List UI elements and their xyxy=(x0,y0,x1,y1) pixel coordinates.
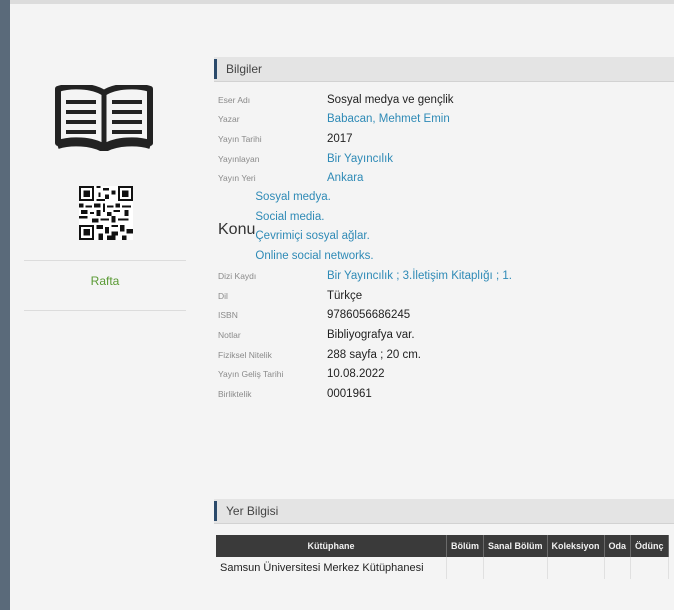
info-label: Yayın Tarihi xyxy=(218,133,262,144)
info-row-arrival-date: Yayın Geliş Tarihi 10.08.2022 xyxy=(218,364,674,384)
subject-list: Sosyal medya. Social media. Çevrimiçi so… xyxy=(255,188,373,266)
info-label: Yayınlayan xyxy=(218,153,260,164)
info-row-series: Dizi Kaydı Bir Yayıncılık ; 3.İletişim K… xyxy=(218,266,674,286)
info-value: Sosyal medya ve gençlik xyxy=(327,93,454,106)
info-value: 288 sayfa ; 20 cm. xyxy=(327,348,421,361)
info-value: 9786056686245 xyxy=(327,309,411,322)
shelf-status-label: Rafta xyxy=(90,274,120,288)
info-row-subject: Konu Sosyal medya. Social media. Çevrimi… xyxy=(218,188,674,266)
info-label: Yayın Geliş Tarihi xyxy=(218,369,284,380)
info-row-publisher: Yayınlayan Bir Yayıncılık xyxy=(218,149,674,169)
table-cell xyxy=(547,557,605,579)
info-row-pub-place: Yayın Yeri Ankara xyxy=(218,168,674,188)
column-header-collection[interactable]: Koleksiyon xyxy=(547,535,605,557)
info-label: Dizi Kaydı xyxy=(218,271,257,282)
table-cell-library: Samsun Üniversitesi Merkez Kütüphanesi xyxy=(216,557,447,579)
series-link[interactable]: Bir Yayıncılık ; 3.İletişim Kitaplığı ; … xyxy=(327,270,512,282)
info-row-title: Eser Adı Sosyal medya ve gençlik xyxy=(218,90,674,110)
info-value: Bibliyografya var. xyxy=(327,328,415,341)
column-header-section[interactable]: Bölüm xyxy=(446,535,484,557)
info-section-title: Bilgiler xyxy=(226,62,263,76)
section-accent-bar xyxy=(214,59,217,79)
info-value: 10.08.2022 xyxy=(327,368,385,381)
info-row-language: Dil Türkçe xyxy=(218,286,674,306)
info-list: Eser Adı Sosyal medya ve gençlik Yazar B… xyxy=(218,90,674,404)
location-section-title: Yer Bilgisi xyxy=(226,504,279,518)
side-divider-top xyxy=(24,260,186,261)
table-cell xyxy=(630,557,669,579)
info-label: Konu xyxy=(218,220,256,238)
column-header-room[interactable]: Oda xyxy=(604,535,632,557)
subject-link[interactable]: Sosyal medya. xyxy=(255,188,373,208)
table-cell xyxy=(483,557,548,579)
table-row: Samsun Üniversitesi Merkez Kütüphanesi xyxy=(216,557,669,579)
info-row-isbn: ISBN 9786056686245 xyxy=(218,306,674,326)
info-label: Yayın Yeri xyxy=(218,173,256,184)
section-accent-bar xyxy=(214,501,217,521)
qr-code-icon[interactable] xyxy=(79,186,133,240)
table-cell xyxy=(604,557,632,579)
info-label: Notlar xyxy=(218,329,241,340)
column-header-library[interactable]: Kütüphane xyxy=(216,535,447,557)
pub-place-link[interactable]: Ankara xyxy=(327,172,363,184)
info-value: 2017 xyxy=(327,132,353,145)
open-book-icon xyxy=(55,85,153,151)
side-divider-bottom xyxy=(24,310,186,311)
info-row-physical: Fiziksel Nitelik 288 sayfa ; 20 cm. xyxy=(218,345,674,365)
column-header-loan[interactable]: Ödünç xyxy=(630,535,669,557)
subject-link[interactable]: Online social networks. xyxy=(255,247,373,267)
location-section-header: Yer Bilgisi xyxy=(214,499,674,524)
info-label: Birliktelik xyxy=(218,388,252,399)
info-section-header: Bilgiler xyxy=(214,57,674,82)
info-row-author: Yazar Babacan, Mehmet Emin xyxy=(218,110,674,130)
info-value: Türkçe xyxy=(327,289,363,302)
location-table: Kütüphane Bölüm Sanal Bölüm Koleksiyon O… xyxy=(216,535,669,579)
info-label: ISBN xyxy=(218,310,238,321)
info-label: Dil xyxy=(218,290,228,301)
column-header-virtual-section[interactable]: Sanal Bölüm xyxy=(483,535,548,557)
subject-link[interactable]: Çevrimiçi sosyal ağlar. xyxy=(255,227,373,247)
subject-link[interactable]: Social media. xyxy=(255,208,373,228)
table-header-row: Kütüphane Bölüm Sanal Bölüm Koleksiyon O… xyxy=(216,535,669,557)
info-value: 0001961 xyxy=(327,387,372,400)
table-cell xyxy=(446,557,484,579)
info-label: Fiziksel Nitelik xyxy=(218,349,272,360)
info-label: Eser Adı xyxy=(218,94,251,105)
info-row-pub-date: Yayın Tarihi 2017 xyxy=(218,129,674,149)
author-link[interactable]: Babacan, Mehmet Emin xyxy=(327,113,450,125)
info-row-unit: Birliktelik 0001961 xyxy=(218,384,674,404)
info-row-notes: Notlar Bibliyografya var. xyxy=(218,325,674,345)
window-left-edge xyxy=(0,0,10,610)
info-label: Yazar xyxy=(218,114,240,125)
publisher-link[interactable]: Bir Yayıncılık xyxy=(327,153,393,165)
